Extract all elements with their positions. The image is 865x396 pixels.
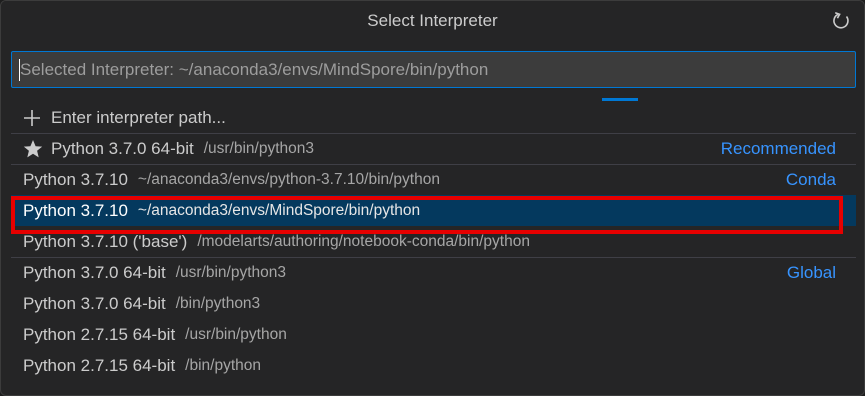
interpreter-item[interactable]: Python 2.7.15 64-bit /usr/bin/python [11,319,856,350]
progress-indicator [602,98,638,101]
interpreter-path: /bin/python3 [175,294,261,312]
interpreter-name: Python 3.7.0 64-bit [23,263,166,282]
plus-icon [23,108,45,128]
interpreter-item[interactable]: Python 3.7.0 64-bit /bin/python3 [11,288,856,319]
quick-pick-title: Select Interpreter [367,11,498,30]
interpreter-item[interactable]: Python 3.7.10 ('base') /modelarts/author… [11,226,856,257]
interpreter-path: /bin/python [185,356,262,374]
global-label: Global [786,263,836,282]
interpreter-name: Python 2.7.15 64-bit [23,324,176,344]
interpreter-name: Python 3.7.0 64-bit [23,293,166,313]
interpreter-item-selected[interactable]: Python 3.7.10 ~/anaconda3/envs/MindSpore… [11,195,856,226]
interpreter-path: /modelarts/authoring/notebook-conda/bin/… [197,232,530,250]
text-cursor [19,59,20,81]
interpreter-path: /usr/bin/python3 [175,264,287,281]
enter-path-label: Enter interpreter path... [51,107,226,127]
conda-label: Conda [785,170,836,189]
interpreter-name: Python 3.7.10 [23,200,128,220]
interpreter-item[interactable]: Python 3.7.0 64-bit /usr/bin/python3 Glo… [11,257,856,288]
interpreter-list: Enter interpreter path... Python 3.7.0 6… [11,102,856,381]
interpreter-search-box[interactable] [11,51,856,88]
interpreter-item[interactable]: Python 3.7.10 ~/anaconda3/envs/python-3.… [11,164,856,195]
interpreter-item[interactable]: Python 3.7.0 64-bit /usr/bin/python3 Rec… [11,133,856,164]
interpreter-name: Python 3.7.0 64-bit [51,139,194,158]
recommended-label: Recommended [720,139,836,158]
refresh-icon[interactable] [828,8,854,34]
interpreter-name: Python 2.7.15 64-bit [23,355,176,375]
interpreter-path: ~/anaconda3/envs/MindSpore/bin/python [137,201,421,219]
interpreter-name: Python 3.7.10 [23,170,128,189]
interpreter-path: /usr/bin/python3 [203,140,315,157]
interpreter-search-input[interactable] [12,52,855,87]
interpreter-name: Python 3.7.10 ('base') [23,231,188,251]
enter-interpreter-path-item[interactable]: Enter interpreter path... [11,102,856,133]
interpreter-quick-pick: Select Interpreter Enter interpreter pat… [0,0,865,396]
star-icon [23,139,45,159]
interpreter-item[interactable]: Python 2.7.15 64-bit /bin/python [11,350,856,381]
interpreter-path: /usr/bin/python [185,325,287,343]
quick-pick-titlebar: Select Interpreter [1,1,864,41]
interpreter-path: ~/anaconda3/envs/python-3.7.10/bin/pytho… [137,171,440,188]
